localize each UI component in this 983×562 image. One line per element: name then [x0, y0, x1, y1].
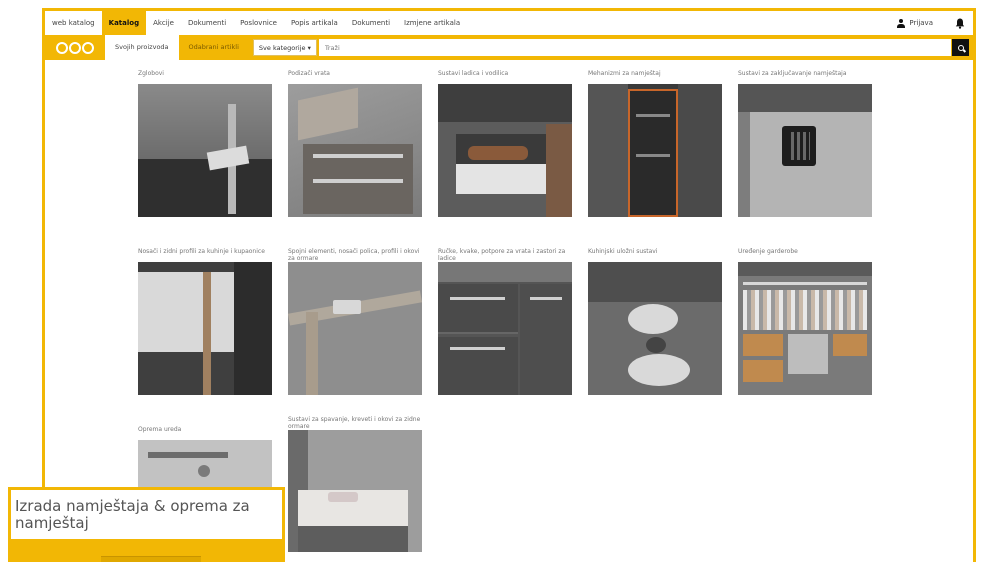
nav-item-dokumenti[interactable]: Dokumenti: [181, 11, 233, 35]
category-select[interactable]: Sve kategorije ▾: [252, 39, 317, 56]
category-label: Podizači vrata: [288, 70, 330, 77]
category-image: [288, 84, 422, 217]
promo-popup[interactable]: Izrada namještaja & oprema za namještaj: [8, 487, 285, 562]
category-image: [138, 262, 272, 395]
nav-item-izmjene-artikala[interactable]: Izmjene artikala: [397, 11, 467, 35]
tab-svojih-proizvoda[interactable]: Svojih proizvoda: [105, 35, 179, 60]
brand-logo[interactable]: [45, 35, 105, 60]
search-button[interactable]: [952, 39, 969, 56]
search-icon: [957, 44, 964, 51]
login-label: Prijava: [909, 19, 933, 27]
popup-title: Izrada namještaja & oprema za namještaj: [15, 497, 250, 532]
nav-item-akcije[interactable]: Akcije: [146, 11, 181, 35]
search-input[interactable]: [318, 39, 951, 56]
category-card[interactable]: Mehanizmi za namještaj: [588, 70, 724, 217]
notification-bell-icon[interactable]: [947, 11, 973, 35]
category-card[interactable]: Sustavi za zaključavanje namještaja: [738, 70, 874, 217]
tab-odabrani-artikli[interactable]: Odabrani artikli: [179, 35, 249, 60]
category-card[interactable]: Podizači vrata: [288, 70, 424, 217]
category-image: [288, 430, 422, 552]
top-navigation: web katalog Katalog Akcije Dokumenti Pos…: [45, 11, 973, 35]
popup-button[interactable]: [101, 556, 201, 562]
category-label: Uređenje garderobe: [738, 248, 798, 255]
category-card[interactable]: Uređenje garderobe: [738, 248, 874, 395]
category-label: Zglobovi: [138, 70, 164, 77]
category-image: [738, 262, 872, 395]
category-card[interactable]: Ručke, kvake, potpore za vrata i zastori…: [438, 248, 574, 395]
category-label: Kuhinjski uložni sustavi: [588, 248, 658, 255]
nav-right: Prijava: [883, 11, 973, 35]
nav-item-dokumenti-2[interactable]: Dokumenti: [345, 11, 397, 35]
user-icon: [897, 18, 906, 28]
category-label: Sustavi za spavanje, kreveti i okovi za …: [288, 416, 421, 430]
category-label: Sustavi ladica i vodilica: [438, 70, 509, 77]
category-label: Mehanizmi za namještaj: [588, 70, 661, 77]
logo-rings-icon: [56, 41, 94, 54]
category-image: [288, 262, 422, 395]
nav-item-popis-artikala[interactable]: Popis artikala: [284, 11, 345, 35]
category-card[interactable]: Sustavi za spavanje, kreveti i okovi za …: [288, 416, 424, 552]
category-image: [138, 84, 272, 217]
login-link[interactable]: Prijava: [883, 18, 947, 28]
category-label: Nosači i zidni profili za kuhinje i kupa…: [138, 248, 265, 255]
category-image: [588, 84, 722, 217]
category-image: [738, 84, 872, 217]
nav-item-katalog[interactable]: Katalog: [101, 11, 147, 35]
category-card[interactable]: Spojni elementi, nosači polica, profili …: [288, 248, 424, 395]
category-image: [438, 262, 572, 395]
category-card[interactable]: Kuhinjski uložni sustavi: [588, 248, 724, 395]
catalog-toolbar: Svojih proizvoda Odabrani artikli Sve ka…: [45, 35, 973, 60]
nav-item-poslovnice[interactable]: Poslovnice: [233, 11, 284, 35]
category-label: Sustavi za zaključavanje namještaja: [738, 70, 847, 77]
category-label: Ručke, kvake, potpore za vrata i zastori…: [438, 248, 566, 262]
category-label: Spojni elementi, nosači polica, profili …: [288, 248, 420, 262]
category-image: [588, 262, 722, 395]
category-card[interactable]: Nosači i zidni profili za kuhinje i kupa…: [138, 248, 274, 395]
category-card[interactable]: Sustavi ladica i vodilica: [438, 70, 574, 217]
category-label: Oprema ureda: [138, 426, 182, 433]
category-image: [438, 84, 572, 217]
category-card[interactable]: Zglobovi: [138, 70, 274, 217]
nav-item-web-katalog[interactable]: web katalog: [45, 11, 102, 35]
